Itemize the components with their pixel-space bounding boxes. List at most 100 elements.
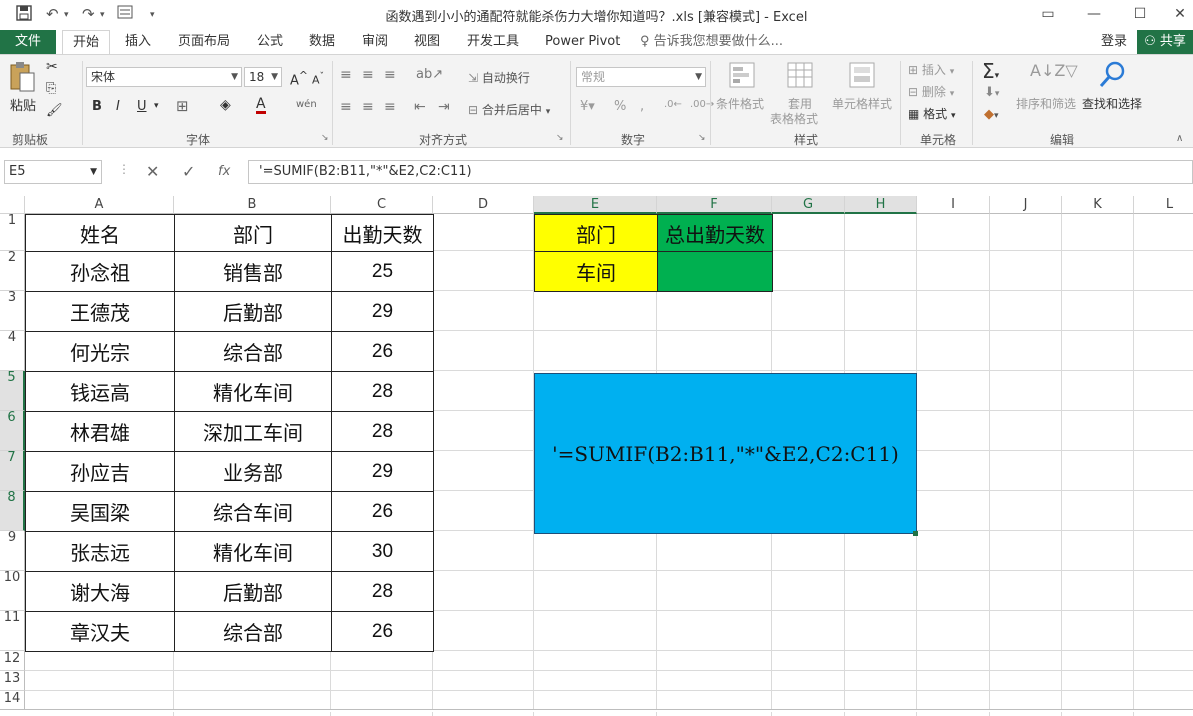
dialog-launcher-icon[interactable]: ↘	[321, 133, 329, 143]
column-header-d[interactable]: D	[433, 196, 534, 214]
tab-view[interactable]: 视图	[414, 30, 440, 54]
table-cell[interactable]: 29	[331, 291, 434, 332]
table-cell[interactable]: 29	[331, 451, 434, 492]
tab-developer[interactable]: 开发工具	[467, 30, 519, 54]
find-select-icon[interactable]	[1098, 59, 1128, 92]
cell-styles-button[interactable]: 单元格样式	[832, 95, 892, 112]
tab-file[interactable]: 文件	[0, 30, 56, 54]
comma-button[interactable]: ,	[640, 99, 644, 114]
font-name-combo[interactable]: 宋体 ▼	[86, 67, 242, 87]
lookup-total-header[interactable]: 总出勤天数	[657, 214, 773, 252]
table-cell[interactable]: 孙应吉	[25, 451, 175, 492]
table-cell[interactable]: 精化车间	[174, 371, 332, 412]
table-cell[interactable]: 钱运高	[25, 371, 175, 412]
tab-data[interactable]: 数据	[309, 30, 335, 54]
table-cell[interactable]: 张志远	[25, 531, 175, 572]
maximize-button[interactable]: ☐	[1120, 2, 1160, 26]
table-cell[interactable]: 26	[331, 611, 434, 652]
bold-button[interactable]: B	[92, 99, 102, 114]
decrease-font-icon[interactable]: Aˇ	[312, 71, 324, 87]
worksheet-grid[interactable]: A B C D E F G H I J K L 1 2 3 4 5 6 7 8 9 10 11 12 13 14 姓名 部门 出勤天数孙…	[0, 196, 1193, 716]
table-cell[interactable]: 30	[331, 531, 434, 572]
table-cell[interactable]: 26	[331, 491, 434, 532]
table-cell[interactable]: 28	[331, 371, 434, 412]
tab-formulas[interactable]: 公式	[257, 30, 283, 54]
table-cell[interactable]: 深加工车间	[174, 411, 332, 452]
table-cell[interactable]: 林君雄	[25, 411, 175, 452]
chevron-down-icon[interactable]: ▾	[154, 101, 159, 111]
format-cells-button[interactable]: ▦ 格式 ▾	[908, 105, 956, 122]
column-header-j[interactable]: J	[990, 196, 1062, 214]
column-header-b[interactable]: B	[174, 196, 331, 214]
table-cell[interactable]: 28	[331, 571, 434, 612]
table-cell[interactable]: 28	[331, 411, 434, 452]
column-header-h[interactable]: H	[845, 196, 917, 214]
table-cell[interactable]: 综合部	[174, 331, 332, 372]
align-middle-icon[interactable]: ≡	[362, 67, 374, 83]
increase-decimal-icon[interactable]: .0←	[664, 99, 682, 110]
sort-filter-icon[interactable]: A↓Z▽	[1030, 61, 1078, 80]
dialog-launcher-icon[interactable]: ↘	[698, 133, 706, 143]
table-cell[interactable]: 孙念祖	[25, 251, 175, 292]
clear-icon[interactable]: ◆▾	[984, 107, 999, 122]
column-header-f[interactable]: F	[657, 196, 772, 214]
column-header-g[interactable]: G	[772, 196, 845, 214]
increase-font-icon[interactable]: A^	[290, 69, 308, 88]
tab-insert[interactable]: 插入	[125, 30, 151, 54]
font-color-icon[interactable]: A	[256, 97, 266, 114]
align-right-icon[interactable]: ≡	[384, 99, 396, 115]
row-header-11[interactable]: 11	[0, 610, 25, 651]
merge-center-button[interactable]: ⊟ 合并后居中 ▾	[468, 101, 550, 118]
table-cell[interactable]: 章汉夫	[25, 611, 175, 652]
decrease-indent-icon[interactable]: ⇤	[414, 99, 426, 115]
copy-icon[interactable]: ⎘	[46, 81, 56, 96]
increase-indent-icon[interactable]: ⇥	[438, 99, 450, 115]
share-button[interactable]: ⚇ 共享	[1137, 30, 1193, 54]
ribbon-display-icon[interactable]: ▭	[1028, 2, 1068, 26]
resize-handle[interactable]	[913, 531, 918, 536]
row-header-12[interactable]: 12	[0, 651, 25, 671]
phonetic-icon[interactable]: wén	[296, 99, 317, 110]
enter-icon[interactable]: ✓	[182, 162, 195, 181]
minimize-button[interactable]: —	[1074, 2, 1114, 26]
align-center-icon[interactable]: ≡	[362, 99, 374, 115]
table-cell[interactable]: 综合部	[174, 611, 332, 652]
conditional-format-button[interactable]: 条件格式	[716, 95, 764, 112]
lookup-dept-header[interactable]: 部门	[534, 214, 658, 252]
lookup-dept-value[interactable]: 车间	[534, 251, 658, 292]
number-format-combo[interactable]: 常规 ▼	[576, 67, 706, 87]
align-top-icon[interactable]: ≡	[340, 67, 352, 83]
cut-icon[interactable]: ✂	[46, 59, 58, 75]
column-header-l[interactable]: L	[1134, 196, 1193, 214]
column-header-e[interactable]: E	[534, 196, 657, 214]
orientation-icon[interactable]: ab↗	[416, 67, 443, 82]
column-header-k[interactable]: K	[1062, 196, 1134, 214]
insert-function-icon[interactable]: fx	[218, 164, 230, 179]
align-left-icon[interactable]: ≡	[340, 99, 352, 115]
formula-input[interactable]: '=SUMIF(B2:B11,"*"&E2,C2:C11)	[248, 160, 1193, 184]
italic-button[interactable]: I	[116, 99, 120, 114]
delete-cells-button[interactable]: ⊟ 删除 ▾	[908, 83, 954, 100]
fill-icon[interactable]: ⬇▾	[984, 85, 999, 100]
collapse-ribbon-icon[interactable]: ∧	[1176, 133, 1183, 144]
font-size-combo[interactable]: 18 ▼	[244, 67, 282, 87]
wrap-text-button[interactable]: ⇲ 自动换行	[468, 69, 530, 86]
table-cell[interactable]: 综合车间	[174, 491, 332, 532]
tab-review[interactable]: 审阅	[362, 30, 388, 54]
currency-icon[interactable]: ¥▾	[580, 99, 595, 114]
table-cell[interactable]: 业务部	[174, 451, 332, 492]
table-cell[interactable]: 销售部	[174, 251, 332, 292]
table-cell[interactable]: 精化车间	[174, 531, 332, 572]
column-header-i[interactable]: I	[917, 196, 990, 214]
row-header-13[interactable]: 13	[0, 671, 25, 691]
table-cell[interactable]: 后勤部	[174, 291, 332, 332]
table-cell[interactable]: 王德茂	[25, 291, 175, 332]
tab-home[interactable]: 开始	[62, 30, 111, 54]
autosum-icon[interactable]: Σ▾	[982, 59, 999, 83]
tab-page-layout[interactable]: 页面布局	[178, 30, 230, 54]
column-header-c[interactable]: C	[331, 196, 433, 214]
sort-filter-button[interactable]: 排序和筛选	[1016, 95, 1076, 112]
close-button[interactable]: ✕	[1160, 2, 1193, 26]
table-cell[interactable]: 何光宗	[25, 331, 175, 372]
table-cell[interactable]: 25	[331, 251, 434, 292]
